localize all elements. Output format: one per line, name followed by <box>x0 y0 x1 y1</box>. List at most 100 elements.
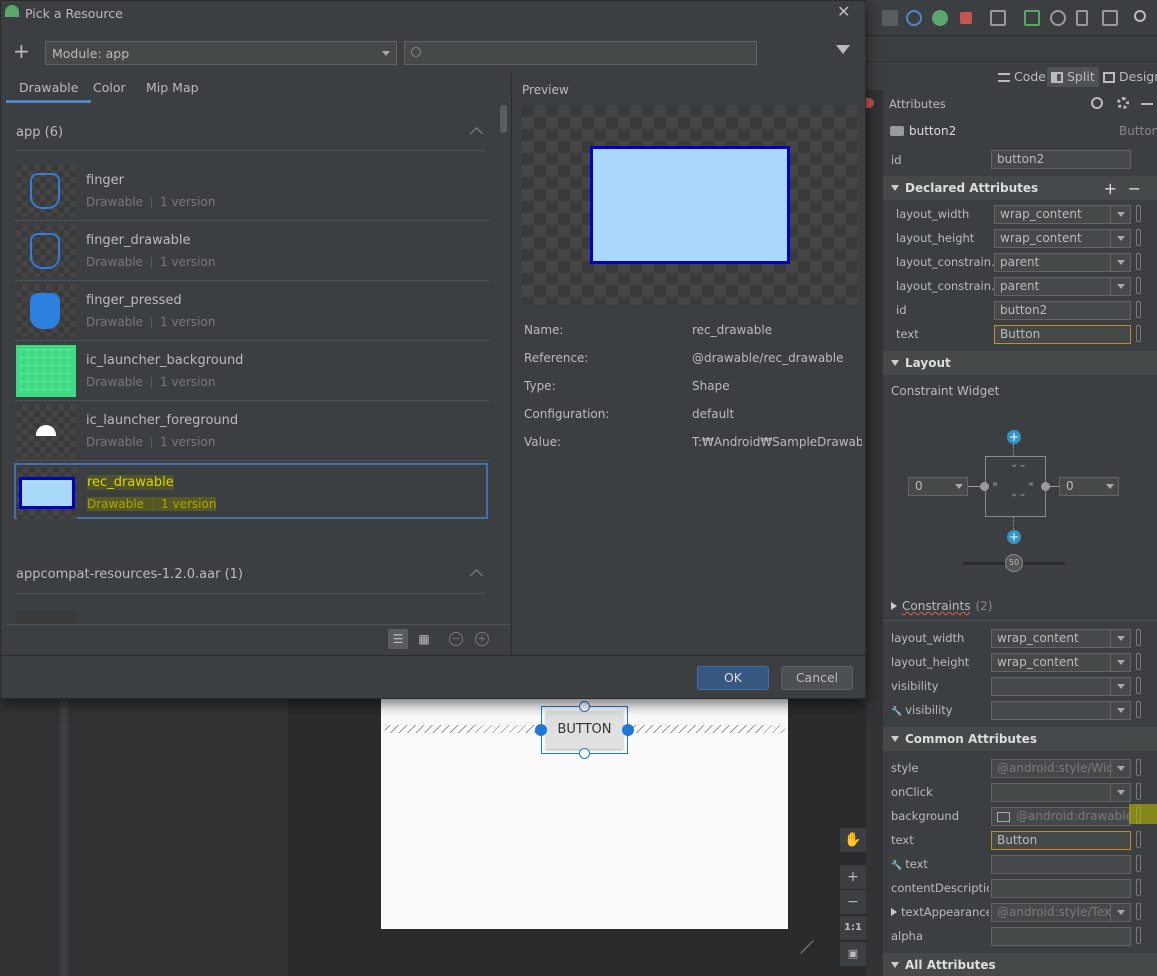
right-anchor[interactable] <box>1041 482 1050 491</box>
attribute-field[interactable] <box>991 783 1131 802</box>
list-scrollbar[interactable] <box>499 103 509 624</box>
declared-attributes-header[interactable]: Declared Attributes + − <box>883 176 1157 200</box>
add-resource-icon[interactable]: + <box>13 39 30 63</box>
pin-icon[interactable] <box>1136 253 1141 270</box>
zoom-out-icon[interactable]: − <box>449 632 463 646</box>
pin-icon[interactable] <box>1136 301 1141 318</box>
zoom-in-icon[interactable]: + <box>475 632 489 646</box>
resource-item[interactable]: finger Drawable 1 version <box>15 163 489 221</box>
chevron-down-icon[interactable] <box>1110 278 1130 295</box>
pin-icon[interactable] <box>1136 677 1141 694</box>
stop-icon[interactable] <box>960 12 972 24</box>
left-anchor[interactable] <box>980 482 989 491</box>
profile-icon[interactable] <box>882 10 898 26</box>
remove-attribute-icon[interactable]: − <box>1128 179 1141 198</box>
minimize-icon[interactable] <box>1141 103 1153 105</box>
pin-icon[interactable] <box>1136 701 1141 718</box>
attribute-field[interactable] <box>991 927 1131 946</box>
close-icon[interactable]: ✕ <box>837 2 850 21</box>
pin-icon[interactable] <box>1136 783 1141 800</box>
pin-icon[interactable] <box>1136 653 1141 670</box>
bias-slider-thumb[interactable]: 50 <box>1005 554 1023 572</box>
resize-handle-icon[interactable] <box>788 928 814 954</box>
resource-item[interactable]: ic_launcher_foreground Drawable 1 version <box>15 403 489 461</box>
resource-item[interactable]: rec_drawable Drawable 1 version <box>14 463 488 519</box>
pin-icon[interactable] <box>1136 831 1141 848</box>
gear-icon[interactable] <box>1117 97 1129 109</box>
pan-hand-icon[interactable]: ✋ <box>840 828 866 852</box>
pin-icon[interactable] <box>1136 277 1141 294</box>
chevron-down-icon[interactable] <box>1110 630 1130 647</box>
layout-inspector-icon[interactable] <box>1024 10 1040 26</box>
layout-section-header[interactable]: Layout <box>883 351 1157 375</box>
chevron-down-icon[interactable] <box>1110 654 1130 671</box>
attribute-field[interactable]: Button <box>991 831 1131 850</box>
attribute-field[interactable] <box>991 677 1131 696</box>
preview-field-value[interactable]: T:₩Android₩SampleDrawab... <box>692 435 862 449</box>
list-view-icon[interactable]: ☰ <box>388 629 408 649</box>
profiler-gauge-icon[interactable] <box>906 10 922 26</box>
pin-icon[interactable] <box>1136 325 1141 342</box>
attribute-field[interactable]: wrap_content <box>994 205 1131 224</box>
attribute-field[interactable]: wrap_content <box>994 229 1131 248</box>
filter-icon[interactable] <box>836 45 850 54</box>
chevron-down-icon[interactable] <box>1110 760 1130 777</box>
preview-field-value[interactable]: @drawable/rec_drawable <box>692 351 862 365</box>
sync-icon[interactable] <box>1050 10 1066 26</box>
attribute-field[interactable]: @android:drawable/b <box>991 807 1131 826</box>
preview-field-value[interactable]: default <box>692 407 862 421</box>
module-dropdown[interactable]: Module: app <box>45 41 397 65</box>
pin-icon[interactable] <box>1136 879 1141 896</box>
chevron-down-icon[interactable] <box>1110 230 1130 247</box>
debug-bug-icon[interactable] <box>932 10 948 26</box>
search-icon[interactable] <box>1134 10 1146 22</box>
tab-drawable[interactable]: Drawable <box>6 73 92 103</box>
top-constraint-handle[interactable] <box>579 701 590 712</box>
left-constraint-handle[interactable] <box>535 724 547 736</box>
device-manager-icon[interactable] <box>990 10 1006 26</box>
id-field[interactable]: button2 <box>991 150 1131 169</box>
zoom-to-fit-icon[interactable]: ▣ <box>840 942 866 966</box>
attribute-field[interactable] <box>991 855 1131 874</box>
sdk-manager-icon[interactable] <box>1102 10 1118 26</box>
bottom-constraint-handle[interactable] <box>579 748 590 759</box>
chevron-down-icon[interactable] <box>1110 904 1130 921</box>
right-constraint-handle[interactable] <box>622 724 634 736</box>
grid-view-icon[interactable]: ▦ <box>414 629 434 649</box>
all-attributes-header[interactable]: All Attributes <box>883 953 1157 976</box>
zoom-in-icon[interactable]: + <box>840 865 866 889</box>
preview-field-value[interactable]: rec_drawable <box>692 323 862 337</box>
resource-item[interactable]: ic_launcher_background Drawable 1 version <box>15 343 489 401</box>
resource-item[interactable]: finger_pressed Drawable 1 version <box>15 283 489 341</box>
tab-split[interactable]: Split <box>1047 67 1099 87</box>
attribute-field[interactable] <box>991 879 1131 898</box>
pin-icon[interactable] <box>1136 629 1141 646</box>
search-input[interactable] <box>404 41 757 65</box>
common-attributes-header[interactable]: Common Attributes <box>883 727 1157 751</box>
pin-icon[interactable] <box>1136 903 1141 920</box>
tab-color[interactable]: Color <box>93 73 126 103</box>
attribute-field[interactable] <box>991 701 1131 720</box>
add-top-constraint-icon[interactable]: + <box>1007 430 1021 444</box>
pin-icon[interactable] <box>1136 205 1141 222</box>
tab-design[interactable]: Design <box>1099 67 1157 87</box>
attribute-field[interactable]: parent <box>994 253 1131 272</box>
collapse-chevron-icon[interactable] <box>470 569 483 582</box>
preview-field-value[interactable]: Shape <box>692 379 862 393</box>
chevron-down-icon[interactable] <box>1110 702 1130 719</box>
attribute-field[interactable]: parent <box>994 277 1131 296</box>
attribute-field[interactable]: Button <box>994 325 1131 344</box>
attribute-field[interactable]: button2 <box>994 301 1131 320</box>
margin-left-dropdown[interactable]: 0 <box>908 477 968 496</box>
chevron-down-icon[interactable] <box>1110 784 1130 801</box>
add-attribute-icon[interactable]: + <box>1104 179 1117 198</box>
selected-button-outline[interactable]: BUTTON <box>535 701 634 759</box>
chevron-down-icon[interactable] <box>1110 678 1130 695</box>
zoom-out-icon[interactable]: − <box>840 890 866 914</box>
pin-icon[interactable] <box>1136 855 1141 872</box>
attribute-field[interactable]: @android:style/Tex <box>991 903 1131 922</box>
cancel-button[interactable]: Cancel <box>781 666 853 690</box>
tab-mip-map[interactable]: Mip Map <box>146 73 199 103</box>
collapse-chevron-icon[interactable] <box>470 127 483 140</box>
pin-icon[interactable] <box>1136 927 1141 944</box>
